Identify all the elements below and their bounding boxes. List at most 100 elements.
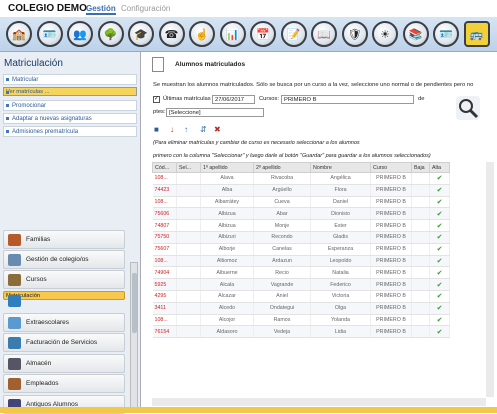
alta-cell[interactable]: ✔ (429, 219, 450, 232)
table-cell[interactable] (411, 172, 430, 185)
scroll-thumb[interactable] (132, 273, 137, 333)
alta-cell[interactable]: ✔ (429, 302, 450, 315)
check-icon[interactable]: ✔ (437, 187, 443, 194)
column-header[interactable]: Nombre (310, 162, 371, 173)
table-row[interactable]: 4295 Alcazar Aniel Victoria PRIMERO B ✔ (152, 290, 450, 303)
check-icon[interactable]: ✔ (437, 258, 443, 265)
table-row[interactable]: 3411 Alcedo Ondategui Olga PRIMERO B ✔ (152, 302, 450, 315)
table-row[interactable]: 108... Albarrátey Cueva Daniel PRIMERO B ✔ (152, 196, 450, 209)
table-cell[interactable] (176, 231, 201, 244)
sidebar-item-admisiones[interactable]: Admisiones prematrícula (3, 126, 137, 137)
table-cell[interactable] (176, 243, 201, 256)
check-icon[interactable]: ✔ (437, 211, 443, 218)
arrow-up-icon[interactable]: ↑ (184, 125, 188, 134)
table-cell[interactable] (176, 172, 201, 185)
table-cell[interactable] (176, 196, 201, 209)
check-icon[interactable]: ✔ (437, 223, 443, 230)
sidebar-item-promocionar[interactable]: Promocionar (3, 100, 137, 111)
table-cell[interactable] (411, 278, 430, 291)
tab-gestion[interactable]: Gestión (86, 4, 116, 15)
column-header[interactable]: 1º apellido (200, 162, 254, 173)
table-cell[interactable] (411, 207, 430, 221)
graduate-icon[interactable]: 🎓 (128, 21, 154, 47)
table-row[interactable]: 108... Alava Rivacoba Angélica PRIMERO B ✔ (152, 172, 450, 185)
table-cell[interactable] (176, 314, 201, 327)
table-cell[interactable] (411, 325, 430, 339)
cube-icon[interactable]: ■ (154, 125, 159, 134)
delete-icon[interactable]: ✖ (214, 125, 221, 134)
table-row[interactable]: 75606 Albizua Abar Dionisio PRIMERO B ✔ (152, 207, 450, 221)
arrow-down-icon[interactable]: ↓ (170, 125, 174, 134)
sidebar-item-matricular[interactable]: Matricular (3, 74, 137, 85)
alta-cell[interactable]: ✔ (429, 255, 450, 268)
sidebar-item-adaptar[interactable]: Adaptar a nuevas asignaturas (3, 113, 137, 124)
shield-icon[interactable]: 🛡 (341, 21, 368, 47)
table-row[interactable]: 74423 Alba Argüello Flora PRIMERO B ✔ (152, 184, 450, 197)
finger-icon[interactable]: ☝ (189, 21, 215, 47)
table-cell[interactable] (411, 196, 430, 209)
alta-cell[interactable]: ✔ (429, 207, 450, 221)
alta-cell[interactable]: ✔ (429, 231, 450, 244)
table-row[interactable]: 108... Altiomoz Ardazun Leopoldo PRIMERO B ✔ (152, 255, 450, 268)
column-header[interactable]: 2º apellido (253, 162, 311, 173)
column-header[interactable]: Sel... (176, 162, 201, 173)
table-cell[interactable] (411, 231, 430, 244)
sun-icon[interactable]: ☀ (372, 21, 398, 47)
table-hscrollbar[interactable] (152, 398, 486, 406)
alta-cell[interactable]: ✔ (429, 325, 450, 339)
sidebar-item-ver-matriculas[interactable]: Ver matrículas ... (3, 87, 137, 96)
id-badge-icon[interactable]: 🪪 (433, 21, 459, 47)
phone-icon[interactable]: ☎ (158, 21, 185, 47)
sidebar-scrollbar[interactable] (130, 262, 138, 410)
id-card-icon[interactable]: 🪪 (36, 21, 63, 47)
bus-icon[interactable]: 🚌 (463, 21, 490, 47)
alta-cell[interactable]: ✔ (429, 184, 450, 197)
module-familias[interactable]: Familias (3, 230, 125, 249)
notepad-icon[interactable]: 📝 (280, 21, 307, 47)
column-header[interactable]: Cód... (152, 162, 177, 173)
table-cell[interactable] (411, 219, 430, 232)
alta-cell[interactable]: ✔ (429, 172, 450, 185)
table-cell[interactable] (411, 290, 430, 303)
check-icon[interactable]: ✔ (437, 270, 443, 277)
book-icon[interactable]: 📖 (311, 21, 337, 47)
check-icon[interactable]: ✔ (437, 293, 443, 300)
check-icon[interactable]: ✔ (437, 305, 443, 312)
table-cell[interactable] (176, 207, 201, 221)
column-header[interactable]: Curso (370, 162, 412, 173)
table-cell[interactable] (411, 266, 430, 280)
alta-cell[interactable]: ✔ (429, 266, 450, 280)
check-icon[interactable]: ✔ (437, 246, 443, 253)
module-matriculaci-n[interactable]: Matriculación (3, 291, 125, 307)
table-row[interactable]: 76154 Aldasoro Vedeja Lidia PRIMERO B ✔ (152, 325, 450, 339)
table-cell[interactable] (176, 290, 201, 303)
alta-cell[interactable]: ✔ (429, 243, 450, 256)
cursos-select[interactable]: PRIMERO B (281, 95, 414, 104)
table-cell[interactable] (411, 184, 430, 197)
column-header[interactable]: Baja (411, 162, 430, 173)
calendar-icon[interactable]: 📅 (250, 21, 276, 47)
check-icon[interactable]: ✔ (437, 317, 443, 324)
table-row[interactable]: 75607 Alborje Canelas Esperanza PRIMERO B ✔ (152, 243, 450, 256)
check-icon[interactable]: ✔ (437, 175, 443, 182)
school-icon[interactable]: 🏫 (6, 21, 32, 47)
ultimas-checkbox[interactable]: ✓ (153, 96, 160, 103)
alta-cell[interactable]: ✔ (429, 314, 450, 327)
table-cell[interactable] (176, 184, 201, 197)
table-cell[interactable] (176, 325, 201, 339)
check-icon[interactable]: ✔ (437, 282, 443, 289)
table-row[interactable]: 108... Alcojor Ramos Yolanda PRIMERO B ✔ (152, 314, 450, 327)
presentation-icon[interactable]: 📊 (219, 21, 246, 47)
table-row[interactable]: 5925 Alcala Vagrande Federico PRIMERO B ✔ (152, 278, 450, 291)
check-icon[interactable]: ✔ (437, 329, 443, 336)
module-empleados[interactable]: Empleados (3, 374, 125, 393)
module-extraescolares[interactable]: Extraescolares (3, 313, 125, 332)
table-cell[interactable] (176, 302, 201, 315)
column-header[interactable]: Alta (429, 162, 450, 173)
table-cell[interactable] (411, 255, 430, 268)
move-icon[interactable]: ⇵ (200, 125, 207, 134)
check-icon[interactable]: ✔ (437, 234, 443, 241)
module-facturaci-n-de-servicios[interactable]: Facturación de Servicios (3, 333, 125, 352)
search-button[interactable] (456, 96, 480, 120)
table-cell[interactable] (411, 314, 430, 327)
